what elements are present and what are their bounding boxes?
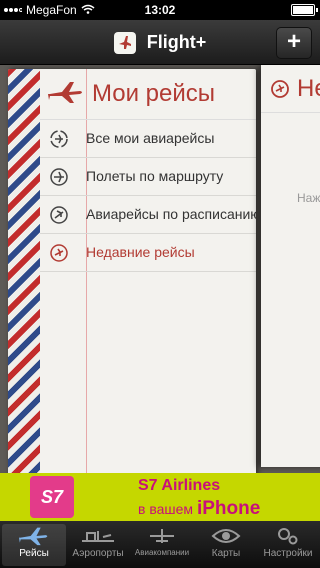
status-time: 13:02 <box>144 3 176 17</box>
tab-airlines[interactable]: Авиакомпании <box>130 524 194 566</box>
app-logo-icon <box>113 32 136 55</box>
recent-flights-card[interactable]: Не Наж <box>261 65 320 467</box>
divider <box>261 112 320 113</box>
airport-icon <box>66 524 130 548</box>
my-flights-card: Мои рейсы Все мои авиарейсы Полеты по ма… <box>8 69 256 473</box>
plane-circle-icon <box>49 205 69 230</box>
battery-icon <box>291 4 318 16</box>
tab-label: Настройки <box>263 548 313 559</box>
tab-flights[interactable]: Рейсы <box>2 524 66 566</box>
tab-label: Рейсы <box>19 548 49 559</box>
plane-icon <box>48 80 84 109</box>
tab-label: Авиакомпании <box>134 548 190 557</box>
tab-maps[interactable]: Карты <box>194 524 258 566</box>
tab-airports[interactable]: Аэропорты <box>66 524 130 566</box>
map-icon <box>194 524 258 548</box>
gear-icon <box>256 524 320 548</box>
clock-icon <box>49 243 69 268</box>
status-bar: MegaFon 13:02 <box>0 0 320 20</box>
menu-item-all-flights[interactable]: Все мои авиарейсы <box>40 120 256 158</box>
clock-icon <box>270 79 290 104</box>
tab-label: Аэропорты <box>72 548 124 559</box>
menu-item-by-route[interactable]: Полеты по маршруту <box>40 158 256 196</box>
menu-item-recent[interactable]: Недавние рейсы <box>40 234 256 272</box>
card-title: Мои рейсы <box>92 80 216 107</box>
menu-item-label: Недавние рейсы <box>86 244 195 260</box>
ad-line2: в вашем iPhone <box>138 498 260 520</box>
card-title: Не <box>297 75 320 102</box>
menu-item-label: Полеты по маршруту <box>86 168 224 184</box>
menu-item-label: Все мои авиарейсы <box>86 130 215 146</box>
tab-settings[interactable]: Настройки <box>256 524 320 566</box>
ad-line2-prefix: в вашем <box>138 501 194 517</box>
menu-item-by-schedule[interactable]: Авиарейсы по расписанию <box>40 196 256 234</box>
ad-line1: S7 Airlines <box>138 477 221 494</box>
plane-circle-icon <box>49 167 69 192</box>
nav-bar: Flight+ + <box>0 20 320 65</box>
app-title-group: Flight+ <box>0 32 320 55</box>
main-area: Мои рейсы Все мои авиарейсы Полеты по ма… <box>0 65 320 473</box>
add-flight-button[interactable]: + <box>276 27 312 59</box>
s7-logo: S7 <box>30 476 74 518</box>
app-title: Flight+ <box>146 32 207 52</box>
card-header: Мои рейсы <box>40 69 256 120</box>
menu-item-label: Авиарейсы по расписанию <box>86 206 256 222</box>
airline-icon <box>130 524 194 548</box>
plane-icon <box>2 524 66 548</box>
hint-text: Наж <box>297 191 320 205</box>
ad-banner[interactable]: S7 S7 Airlines в вашем iPhone <box>0 473 320 521</box>
tab-label: Карты <box>211 548 241 559</box>
ad-line2-brand: iPhone <box>196 498 261 519</box>
airmail-stripe <box>8 69 40 473</box>
tab-bar: Рейсы Аэропорты Авиакомпании Карты Настр… <box>0 521 320 568</box>
refresh-plane-icon <box>49 129 69 154</box>
